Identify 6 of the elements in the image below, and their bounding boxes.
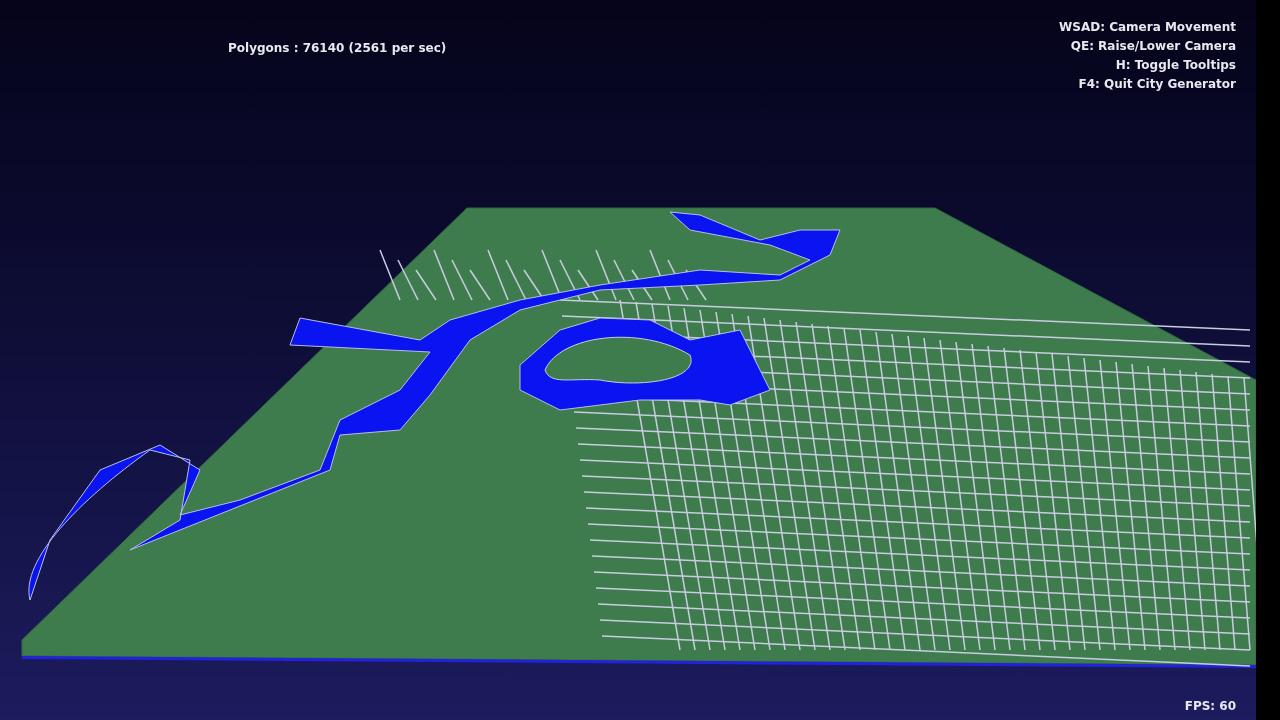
keyboard-help-text: H: Toggle Tooltips xyxy=(1115,58,1236,72)
keyboard-help-text: F4: Quit City Generator xyxy=(1078,77,1236,91)
keyboard-help-text: WSAD: Camera Movement xyxy=(1059,20,1236,34)
polygon-count-text: Polygons : 76140 (2561 per sec) xyxy=(228,41,447,55)
fps-counter: FPS: 60 xyxy=(1184,699,1236,713)
keyboard-help-text: QE: Raise/Lower Camera xyxy=(1070,39,1236,53)
